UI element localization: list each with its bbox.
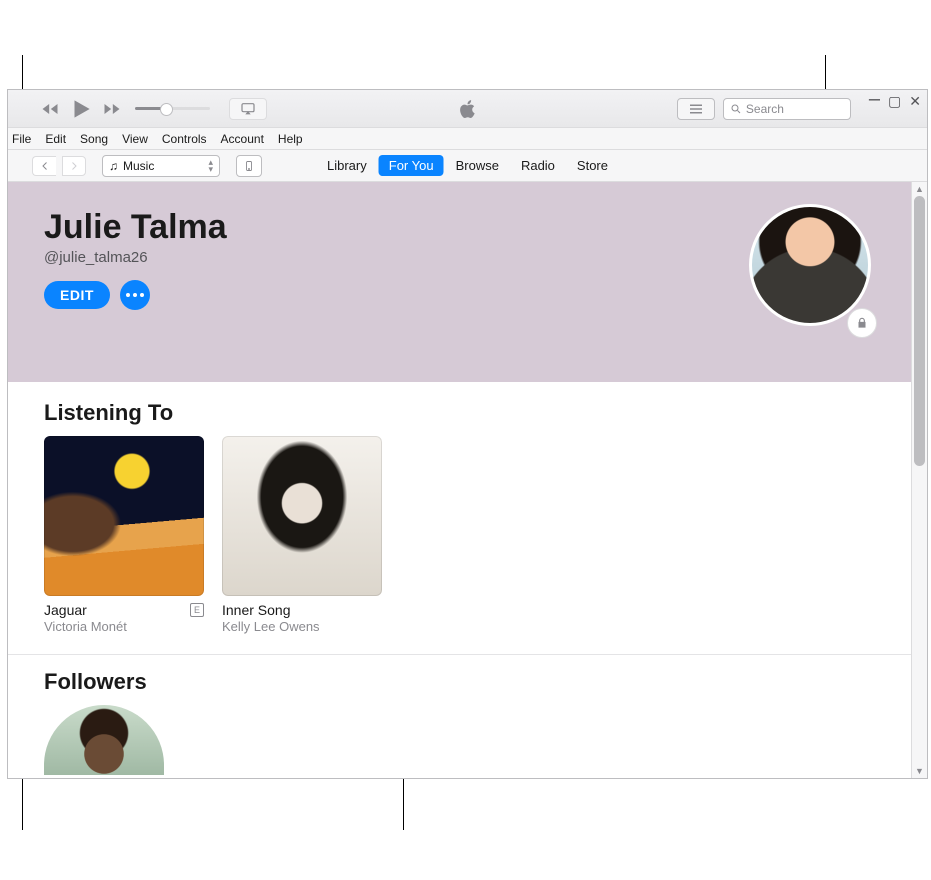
volume-slider[interactable]	[135, 107, 210, 110]
menu-account[interactable]: Account	[221, 132, 264, 146]
next-track-icon[interactable]	[98, 98, 126, 120]
album-card[interactable]: Inner Song Kelly Lee Owens	[222, 436, 382, 634]
app-window: Search – ▢ ✕ File Edit Song View Control…	[7, 89, 928, 779]
menu-edit[interactable]: Edit	[45, 132, 66, 146]
more-button[interactable]	[120, 280, 150, 310]
player-bar: Search – ▢ ✕	[8, 90, 927, 128]
lock-icon	[847, 308, 877, 338]
search-placeholder: Search	[746, 102, 784, 116]
menu-song[interactable]: Song	[80, 132, 108, 146]
device-button[interactable]	[236, 155, 262, 177]
tab-radio[interactable]: Radio	[511, 155, 565, 176]
album-art	[44, 436, 204, 596]
album-art	[222, 436, 382, 596]
tab-library[interactable]: Library	[317, 155, 377, 176]
profile-name: Julie Talma	[44, 208, 871, 247]
content-scroll[interactable]: Julie Talma @julie_talma26 EDIT Listenin	[8, 182, 911, 778]
tab-for-you[interactable]: For You	[379, 155, 444, 176]
nav-back-button[interactable]	[32, 156, 56, 176]
album-title: Jaguar	[44, 602, 87, 618]
media-kind-label: Music	[123, 159, 154, 173]
album-artist: Kelly Lee Owens	[222, 619, 382, 634]
section-title-listening: Listening To	[44, 400, 875, 426]
scroll-up-icon[interactable]: ▲	[912, 184, 927, 194]
section-title-followers: Followers	[44, 669, 875, 695]
close-icon[interactable]: ✕	[909, 94, 921, 114]
main-tabs: Library For You Browse Radio Store	[317, 155, 618, 176]
nav-row: ♫ Music ▴▾ Library For You Browse Radio …	[8, 150, 927, 182]
menu-controls[interactable]: Controls	[162, 132, 207, 146]
section-divider	[8, 654, 911, 655]
play-icon[interactable]	[67, 98, 95, 120]
explicit-badge: E	[190, 603, 204, 617]
music-note-icon: ♫	[109, 159, 118, 173]
up-next-button[interactable]	[677, 98, 715, 120]
nav-forward-button[interactable]	[62, 156, 86, 176]
album-artist: Victoria Monét	[44, 619, 204, 634]
search-input[interactable]: Search	[723, 98, 851, 120]
tab-store[interactable]: Store	[567, 155, 618, 176]
previous-track-icon[interactable]	[36, 98, 64, 120]
menubar: File Edit Song View Controls Account Hel…	[8, 128, 927, 150]
album-card[interactable]: Jaguar E Victoria Monét	[44, 436, 204, 634]
media-kind-selector[interactable]: ♫ Music ▴▾	[102, 155, 220, 177]
airplay-button[interactable]	[229, 98, 267, 120]
scroll-thumb[interactable]	[914, 196, 925, 466]
profile-handle: @julie_talma26	[44, 249, 871, 266]
album-list: Jaguar E Victoria Monét Inner Song Kelly…	[44, 436, 875, 634]
menu-file[interactable]: File	[12, 132, 31, 146]
menu-help[interactable]: Help	[278, 132, 303, 146]
edit-button[interactable]: EDIT	[44, 281, 110, 309]
profile-header: Julie Talma @julie_talma26 EDIT	[8, 182, 911, 382]
album-title: Inner Song	[222, 602, 291, 618]
apple-logo-icon	[457, 98, 479, 120]
vertical-scrollbar[interactable]: ▲ ▼	[911, 182, 927, 778]
avatar[interactable]	[749, 204, 871, 326]
minimize-icon[interactable]: –	[869, 89, 880, 109]
chevron-up-down-icon: ▴▾	[208, 159, 213, 173]
maximize-icon[interactable]: ▢	[888, 94, 901, 114]
scroll-down-icon[interactable]: ▼	[912, 766, 927, 776]
menu-view[interactable]: View	[122, 132, 148, 146]
follower-avatar[interactable]	[44, 705, 164, 775]
tab-browse[interactable]: Browse	[446, 155, 509, 176]
